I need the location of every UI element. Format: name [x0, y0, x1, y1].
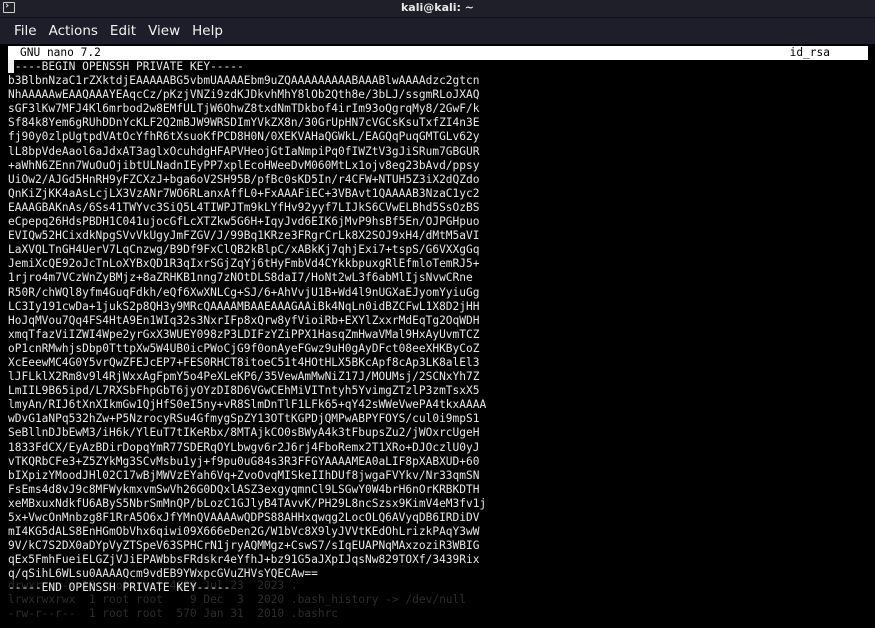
- editor-line: R50R/chWQl8yfm4GuqFdkh/eQf6XwXNLCg+SJ/6+…: [8, 285, 480, 299]
- editor-line: lmyAn/RIJ6tXnXIkmGw1QjHfS0eI5ny+vR8SlmDn…: [8, 398, 487, 412]
- editor-line: EAAAGBAKnAs/6Ss41TWYvc3SiQ5L4TIWPJTm9kLY…: [8, 200, 480, 214]
- editor-line: HoJqMVou7Qq4FS4HtA9En1WIq32s3NxrIFp8xQrw…: [8, 313, 480, 327]
- editor-line: EVIQw52HCixdkNpgSVvVkUgyJmFZGV/J/99Bq1KR…: [8, 229, 480, 243]
- editor-line: LmIIL9B65ipd/L7RXSbFhpGbT6jyOYzDI8D6VGwC…: [8, 384, 480, 398]
- editor-line: qEx5FmhFueiELGZjVJiEPAWbbsFRdskr4eYfhJ+b…: [8, 553, 480, 567]
- editor-line: 5x+VwcOnMnbzg8F1RrA5O6xJfYMnQVAAAAwQDPS8…: [8, 511, 480, 524]
- editor-line: bIXpizYMoodJHl02C17wBjMWVzEYah6Vq+ZvoOvq…: [8, 468, 480, 482]
- nano-version: GNU nano 7.2: [20, 46, 101, 59]
- editor-line: lL8bpVdeAaol6aJdxAT3aglxOcuhdgHFAPVHeojG…: [8, 144, 480, 158]
- editor-line: -----BEGIN OPENSSH PRIVATE KEY-----: [8, 60, 244, 73]
- editor-line: +aWhN6ZEnn7WuOuOjibtULNadnIEyPP7xplEcoHW…: [8, 158, 480, 172]
- editor-line: SeBllnDJbEwM3/iH6k/YlEuT7tIKeRbx/8MTAjkC…: [8, 426, 480, 440]
- editor-line: fj90y0zlpUgtpdVAtOcYfhR6tXsuoKfPCD8H0N/0…: [8, 130, 480, 144]
- editor-line: lJFLklX2Rm8v9l4RjWxxAgFpmY5o4PeXLeKP6/35…: [8, 370, 480, 384]
- menu-view[interactable]: View: [142, 18, 186, 44]
- editor-line: QnKiZjKK4aAsLcjLX3VzANr7WO6RLanxAffL0+Fx…: [8, 186, 480, 200]
- editor-line: vTKQRbCFe3+Z5ZYkMg3SCvMsbu1yj+f9pu0uG84s…: [8, 454, 480, 468]
- menu-edit[interactable]: Edit: [104, 18, 142, 44]
- editor-line: -----END OPENSSH PRIVATE KEY-----: [8, 581, 231, 595]
- editor-line: xmqTfazViIZWI4Wpe2yrGxX3WUEY098zP3LDIFzY…: [8, 327, 480, 341]
- menu-bar: File Actions Edit View Help: [0, 18, 875, 44]
- editor-line: oP1cnRMwhjsDbp0TttpXw5W4UB0icPWoCjG9f0on…: [8, 341, 480, 355]
- nano-filename: id_rsa: [789, 46, 830, 59]
- editor-line: b3BlbnNzaC1rZXktdjEAAAAABG5vbmUAAAAEbm9u…: [8, 74, 480, 88]
- editor-line: XcEeewMC4G0Y5vrQwZFEJcEP7+FES0RHCT8itoeC…: [8, 355, 480, 369]
- editor-line: UiOw2/AJGd5HnRH9yFZCXzJ+bga6oV2SH95B/pfB…: [8, 172, 480, 186]
- editor-line: JemiXcQE92oJcTnLoXYBxQD1R3qIxrSGjZqYj6tH…: [8, 257, 480, 271]
- editor-line: eCpepq26HdsPBDH1C041ujocGfLcXTZkw5G6H+Iq…: [8, 215, 480, 229]
- editor-line: mI4KG5dALS8EnHGmObVhx6qiwi09X666eDen2G/W…: [8, 525, 480, 539]
- editor-line: 9V/kC7S2DX0aDYpVyZTSpeV63SPHCrN1jryAQMMg…: [8, 539, 480, 553]
- editor-line: LaXVQLTnGH4UerV7LqCnzwg/B9Df9FxClQB2kBlp…: [8, 243, 480, 257]
- editor-line: LC3Iy191cwDa+1jukS2p8QH3y9MRcQAAAAMBAAEA…: [8, 299, 480, 313]
- nano-header-bar: GNU nano 7.2 id_rsa: [8, 46, 868, 60]
- window-titlebar: kali@kali: ~: [0, 0, 875, 18]
- editor-line: sGF3lKw7MFJ4Kl6mrbod2w8EMfULTjW6OhwZ8txd…: [8, 102, 480, 116]
- menu-help[interactable]: Help: [186, 18, 229, 44]
- editor-line: wDvG1aNPq532hZw+P5NzrocyRSu4GfmygSpZY13O…: [8, 412, 480, 426]
- editor-line: 1833FdCX/EyAzBDirDopqYmR77SDERqOYLbwgv6r…: [8, 440, 480, 454]
- menu-actions[interactable]: Actions: [43, 18, 104, 44]
- terminal-area[interactable]: id_rsa (root@kali) [~/.ssh] drwxr-xr-x 1…: [0, 44, 875, 628]
- editor-line: Sf84k8Yem6gRUhDDnYcKLF2Q2mBJW9WRSDImYVkZ…: [8, 116, 480, 130]
- text-cursor: [8, 60, 14, 73]
- window-title: kali@kali: ~: [400, 1, 474, 14]
- menu-file[interactable]: File: [8, 18, 43, 44]
- editor-line: 1rjro4m7VCzWnZyBMjz+8aZRHKB1nng7zNOtDLS8…: [8, 271, 473, 285]
- editor-line: xeMBxuxNdkfU6AByS5NbrSmMnQP/bLozC1GJlyB4…: [8, 496, 487, 510]
- editor-line: q/qSihL6WLsu0AAAAQcm9vdEB9YWxpcGVuZHVsYQ…: [8, 567, 318, 581]
- editor-line: NhAAAAAwEAAQAAAYEAqcCz/pKzjVNZi9zdKJDkvh…: [8, 88, 480, 102]
- editor-content[interactable]: -----BEGIN OPENSSH PRIVATE KEY----- b3Blb…: [8, 60, 868, 596]
- ghost-line: -rw-r--r-- 1 root root 570 Jan 31 2010 .…: [8, 607, 339, 620]
- editor-line: FsEms4d8vJ9c8MFWykmxvmSwVh26G0DQxlASZ3ex…: [8, 482, 480, 496]
